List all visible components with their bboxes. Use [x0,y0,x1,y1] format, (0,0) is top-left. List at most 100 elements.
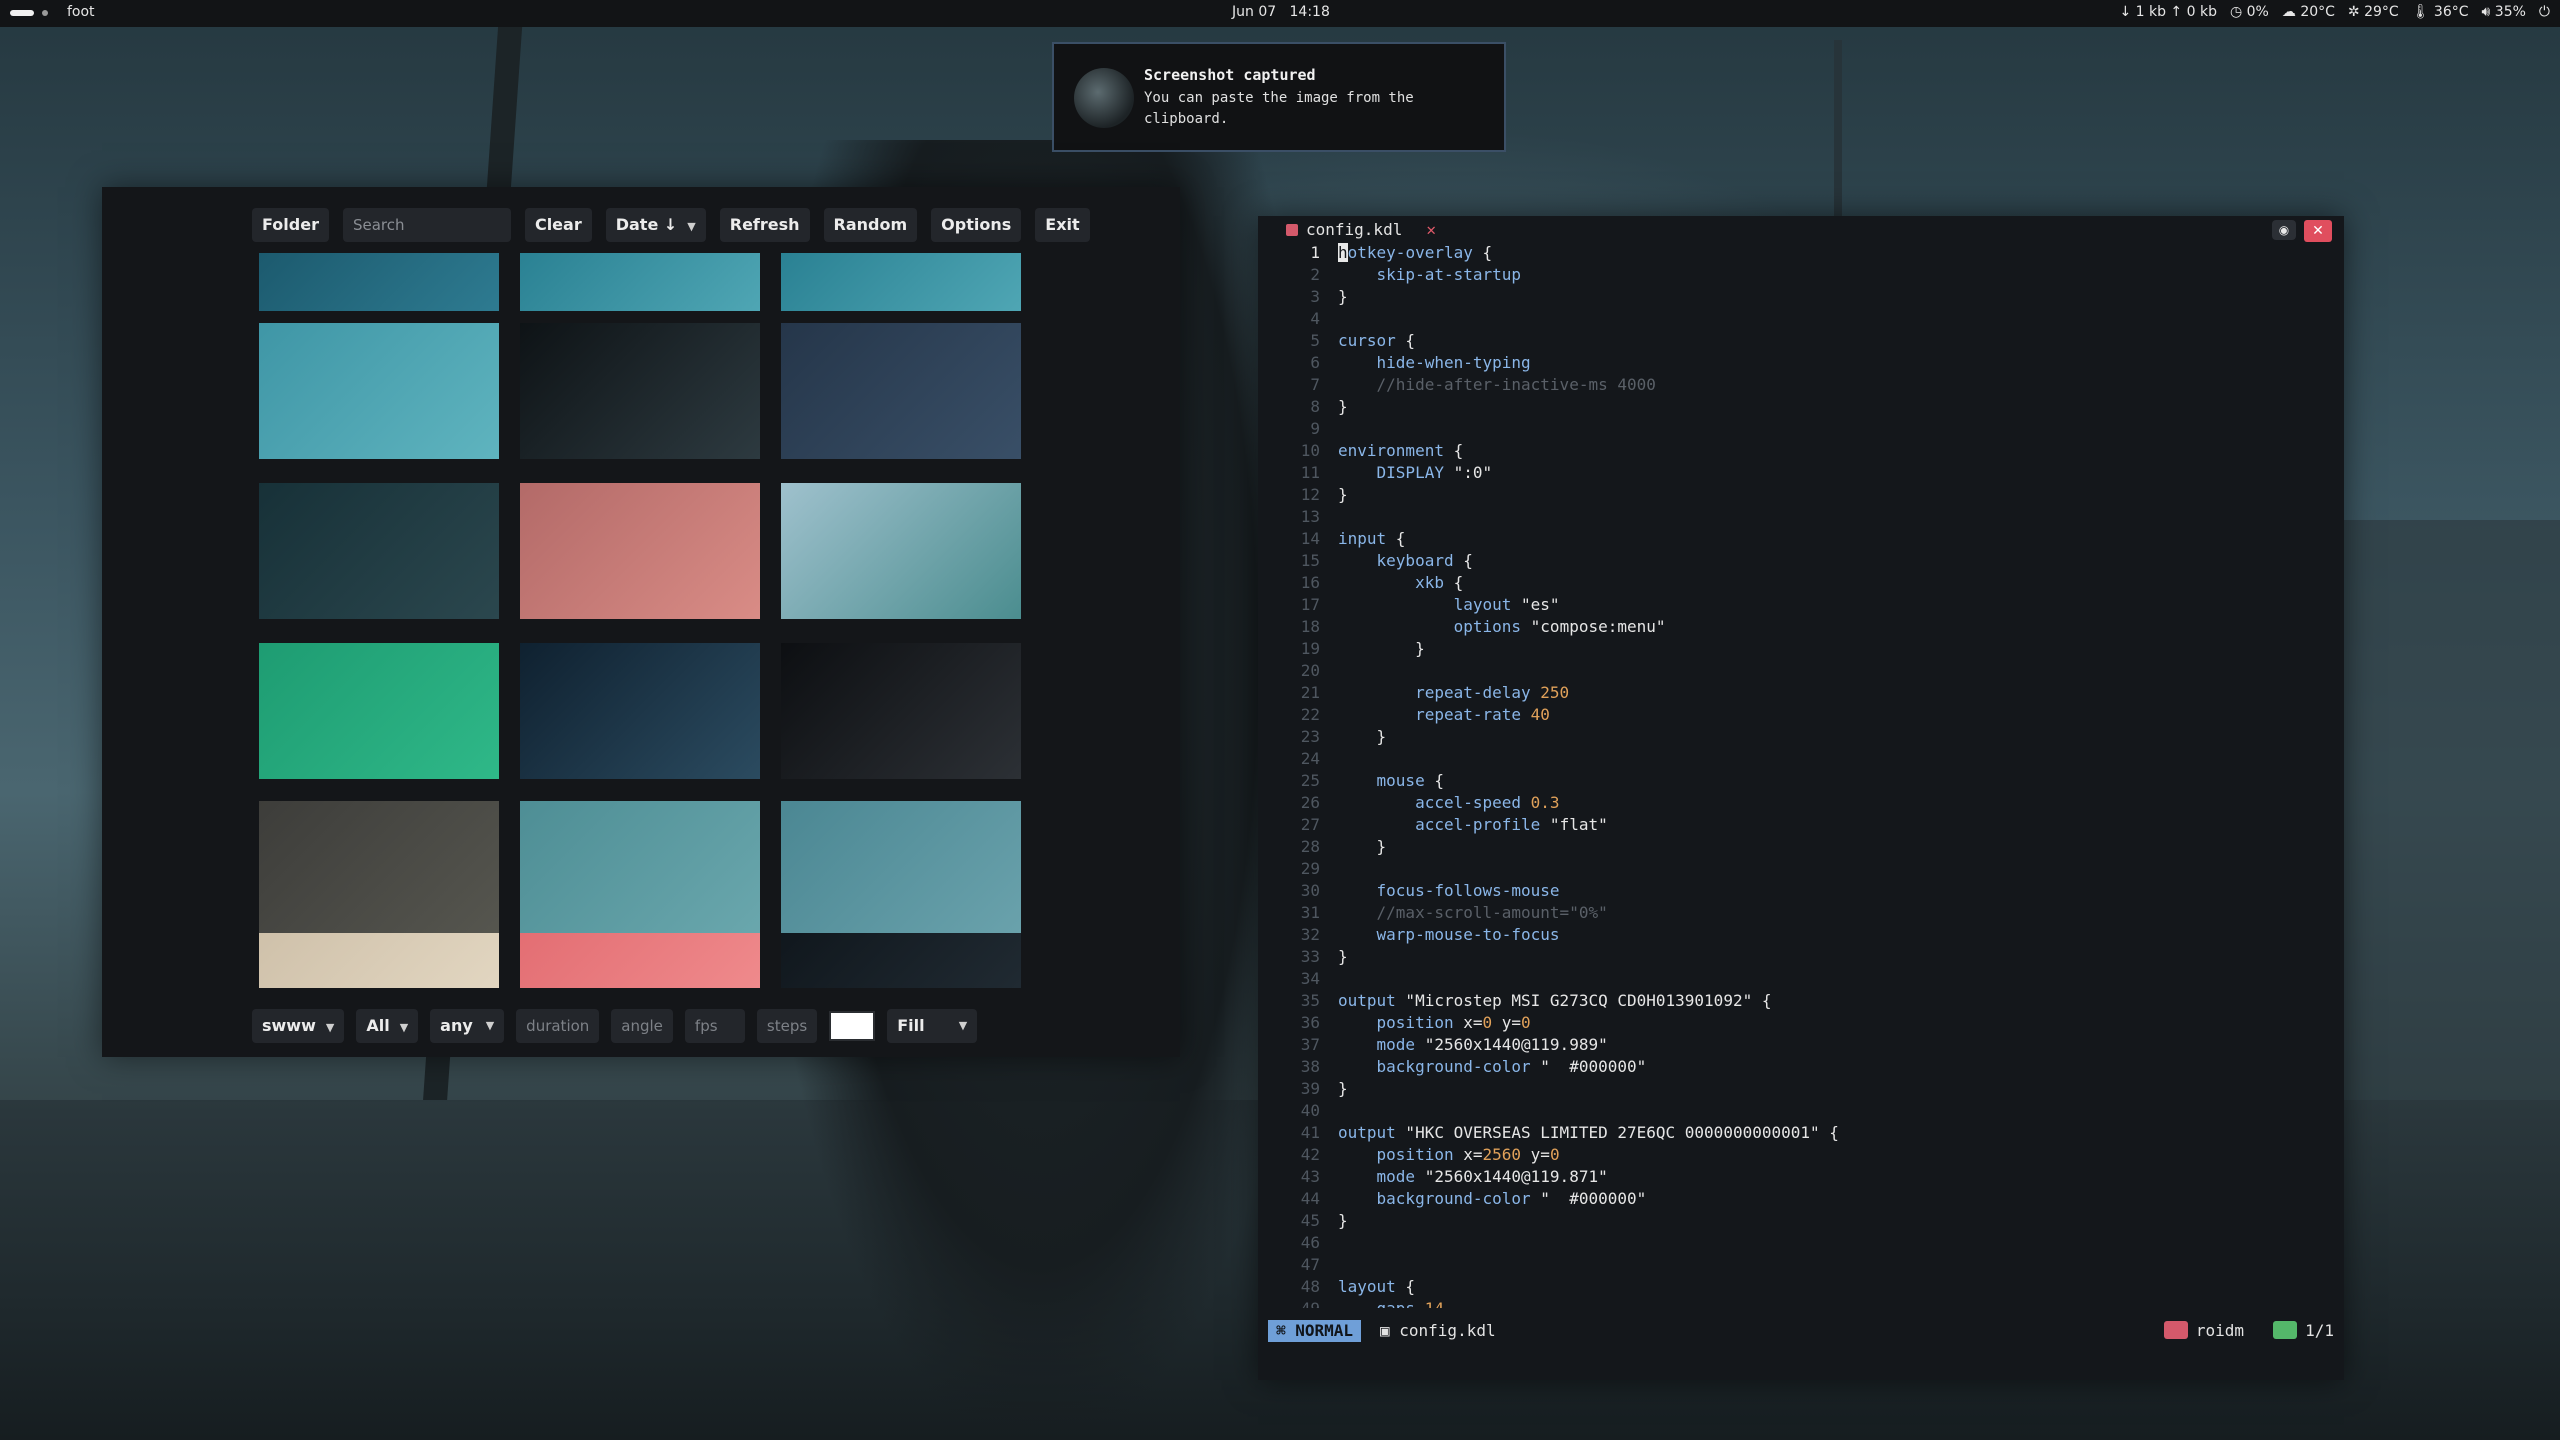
code-line[interactable]: 25 mouse { [1258,770,2344,792]
code-line[interactable]: 14 input { [1258,528,2344,550]
power-icon[interactable]: ⏻ [2539,4,2550,20]
thumb-anime-beige[interactable] [259,933,499,988]
code-line[interactable]: 32 warp-mouse-to-focus [1258,924,2344,946]
thumb-anime-sketch[interactable] [259,801,499,937]
refresh-button[interactable]: Refresh [719,208,810,242]
options-button[interactable]: Options [931,208,1022,242]
thumb-anime-white-hair[interactable] [781,323,1021,459]
code-line[interactable]: 41 output "HKC OVERSEAS LIMITED 27E6QC 00… [1258,1122,2344,1144]
code-line[interactable]: 44 background-color " #000000" [1258,1188,2344,1210]
close-tab-icon[interactable]: ✕ [1426,220,1436,239]
code-line[interactable]: 21 repeat-delay 250 [1258,682,2344,704]
thumb-abstract-ribbon[interactable] [259,323,499,459]
code-line[interactable]: 24 [1258,748,2344,770]
thumb-night-landscape[interactable] [520,643,760,779]
code-line[interactable]: 48 layout { [1258,1276,2344,1298]
volume[interactable]: 🔊︎ 35% [2482,4,2526,20]
sort-dropdown[interactable]: Date ↓ ▼ [605,208,706,242]
thumb-soldier-teal-2[interactable] [781,801,1021,937]
toggle-icon[interactable]: ◉ [2272,220,2296,240]
code-line[interactable]: 10 environment { [1258,440,2344,462]
weather[interactable]: ☁ 20°C [2282,4,2335,20]
code-line[interactable]: 20 [1258,660,2344,682]
code-line[interactable]: 36 position x=0 y=0 [1258,1012,2344,1034]
code-line[interactable]: 40 [1258,1100,2344,1122]
thumb-anime-dark-teal[interactable] [259,483,499,619]
code-line[interactable]: 16 xkb { [1258,572,2344,594]
close-icon[interactable]: ✕ [2304,220,2332,242]
code-line[interactable]: 19 } [1258,638,2344,660]
random-button[interactable]: Random [823,208,918,242]
thumb-car-night[interactable] [520,323,760,459]
code-line[interactable]: 15 keyboard { [1258,550,2344,572]
code-line[interactable]: 47 [1258,1254,2344,1276]
fps-input[interactable]: fps [684,1009,745,1043]
code-line[interactable]: 31 //max-scroll-amount="0%" [1258,902,2344,924]
code-line[interactable]: 45} [1258,1210,2344,1232]
backend-dropdown[interactable]: swww ▼ [252,1009,345,1043]
thumb-red-white-art[interactable] [259,253,499,311]
code-line[interactable]: 37 mode "2560x1440@119.989" [1258,1034,2344,1056]
code-line[interactable]: 49 gaps 14 [1258,1298,2344,1308]
code-line[interactable]: 26 accel-speed 0.3 [1258,792,2344,814]
code-line[interactable]: 22 repeat-rate 40 [1258,704,2344,726]
code-line[interactable]: 4 [1258,308,2344,330]
exit-button[interactable]: Exit [1035,208,1090,242]
clear-button[interactable]: Clear [524,208,592,242]
thumb-lake-landscape[interactable] [781,483,1021,619]
angle-input[interactable]: angle [611,1009,673,1043]
tab-config-kdl[interactable]: config.kdl ✕ [1286,220,1436,239]
code-area[interactable]: 1 hotkey-overlay {2 skip-at-startup 3} 4 5 cu… [1258,242,2344,1308]
thumb-red-mecha[interactable] [520,483,760,619]
code-line[interactable]: 8} [1258,396,2344,418]
filter-dropdown[interactable]: All ▼ [356,1009,419,1043]
gpu-temperature[interactable]: 🌡︎ 36°C [2412,4,2469,20]
thumb-soldier-teal-1[interactable] [520,801,760,937]
code-line[interactable]: 29 [1258,858,2344,880]
code-line[interactable]: 1 hotkey-overlay { [1258,242,2344,264]
code-line[interactable]: 3} [1258,286,2344,308]
code-line[interactable]: 30 focus-follows-mouse [1258,880,2344,902]
code-line[interactable]: 33} [1258,946,2344,968]
code-line[interactable]: 11 DISPLAY ":0" [1258,462,2344,484]
code-line[interactable]: 2 skip-at-startup [1258,264,2344,286]
thumb-abstract-blue-1[interactable] [520,253,760,311]
fill-color-swatch[interactable] [829,1011,876,1041]
code-line[interactable]: 17 layout "es" [1258,594,2344,616]
code-line[interactable]: 39} [1258,1078,2344,1100]
code-line[interactable]: 6 hide-when-typing [1258,352,2344,374]
code-line[interactable]: 23 } [1258,726,2344,748]
code-line[interactable]: 13 [1258,506,2344,528]
folder-button[interactable]: Folder [252,208,329,242]
code-line[interactable]: 38 background-color " #000000" [1258,1056,2344,1078]
code-line[interactable]: 42 position x=2560 y=0 [1258,1144,2344,1166]
workspace-active[interactable] [10,10,34,16]
steps-input[interactable]: steps [756,1009,818,1043]
code-line[interactable]: 18 options "compose:menu" [1258,616,2344,638]
notification-popup[interactable]: Screenshot captured You can paste the im… [1052,42,1506,152]
code-line[interactable]: 35 output "Microstep MSI G273CQ CD0H01390… [1258,990,2344,1012]
workspace-dot[interactable] [42,10,48,16]
thumb-green-hero[interactable] [259,643,499,779]
fill-mode-dropdown[interactable]: Fill ▼ [887,1009,978,1043]
cpu-temperature[interactable]: ✲ 29°C [2348,4,2399,20]
search-input[interactable]: Search [342,208,511,242]
code-line[interactable]: 7 //hide-after-inactive-ms 4000 [1258,374,2344,396]
code-line[interactable]: 12} [1258,484,2344,506]
duration-input[interactable]: duration [516,1009,600,1043]
workspace-indicator[interactable] [10,10,48,16]
code-line[interactable]: 9 [1258,418,2344,440]
thumb-dune-poster[interactable] [781,643,1021,779]
thumb-pink-heart[interactable] [520,933,760,988]
code-line[interactable]: 43 mode "2560x1440@119.871" [1258,1166,2344,1188]
code-line[interactable]: 27 accel-profile "flat" [1258,814,2344,836]
code-line[interactable]: 5 cursor { [1258,330,2344,352]
code-line[interactable]: 46 [1258,1232,2344,1254]
cpu-usage[interactable]: ◷ 0% [2230,4,2269,20]
thumb-abstract-blue-2[interactable] [781,253,1021,311]
code-line[interactable]: 34 [1258,968,2344,990]
code-line[interactable]: 28 } [1258,836,2344,858]
thumb-dark-figure[interactable] [781,933,1021,988]
transition-dropdown[interactable]: any ▼ [430,1009,505,1043]
clock[interactable]: Jun 07 14:18 [1232,4,1330,20]
